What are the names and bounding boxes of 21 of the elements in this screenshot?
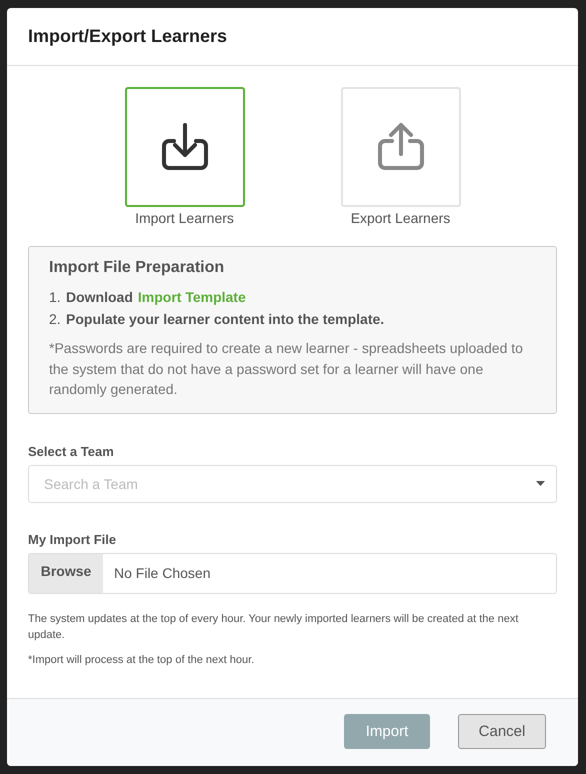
dialog-title: Import/Export Learners xyxy=(28,26,228,47)
field-label: Select a Team xyxy=(28,444,115,458)
panel-title: Import File Preparation xyxy=(49,259,226,277)
option-label: Export Learners xyxy=(350,210,450,226)
step-number: 2. xyxy=(49,310,61,329)
option-card[interactable] xyxy=(124,87,244,207)
file-field[interactable]: Browse No File Chosen xyxy=(28,552,557,594)
share-icon xyxy=(376,121,424,173)
info-note: The system updates at the top of every hour. Your newly imported learners will be created at the next update. xyxy=(28,612,520,642)
step-text: Download xyxy=(66,288,133,307)
password-note: *Passwords are required to create a new learner - spreadsheets uploaded to the system that do not have a password set for a learner will have one randomly generated. xyxy=(49,339,524,399)
cancel-button[interactable]: Cancel xyxy=(458,714,546,749)
caret-icon xyxy=(536,481,545,486)
file-name: No File Chosen xyxy=(113,565,210,581)
field-label: My Import File xyxy=(28,532,118,546)
info-note: *Import will process at the top of the next hour. xyxy=(28,652,256,668)
browse-button[interactable]: Browse xyxy=(29,554,103,592)
step-number: 1. xyxy=(49,288,61,307)
step-text: Populate your learner content into the template. xyxy=(66,310,384,329)
option-label: Import Learners xyxy=(135,210,234,226)
download-icon xyxy=(160,121,208,173)
